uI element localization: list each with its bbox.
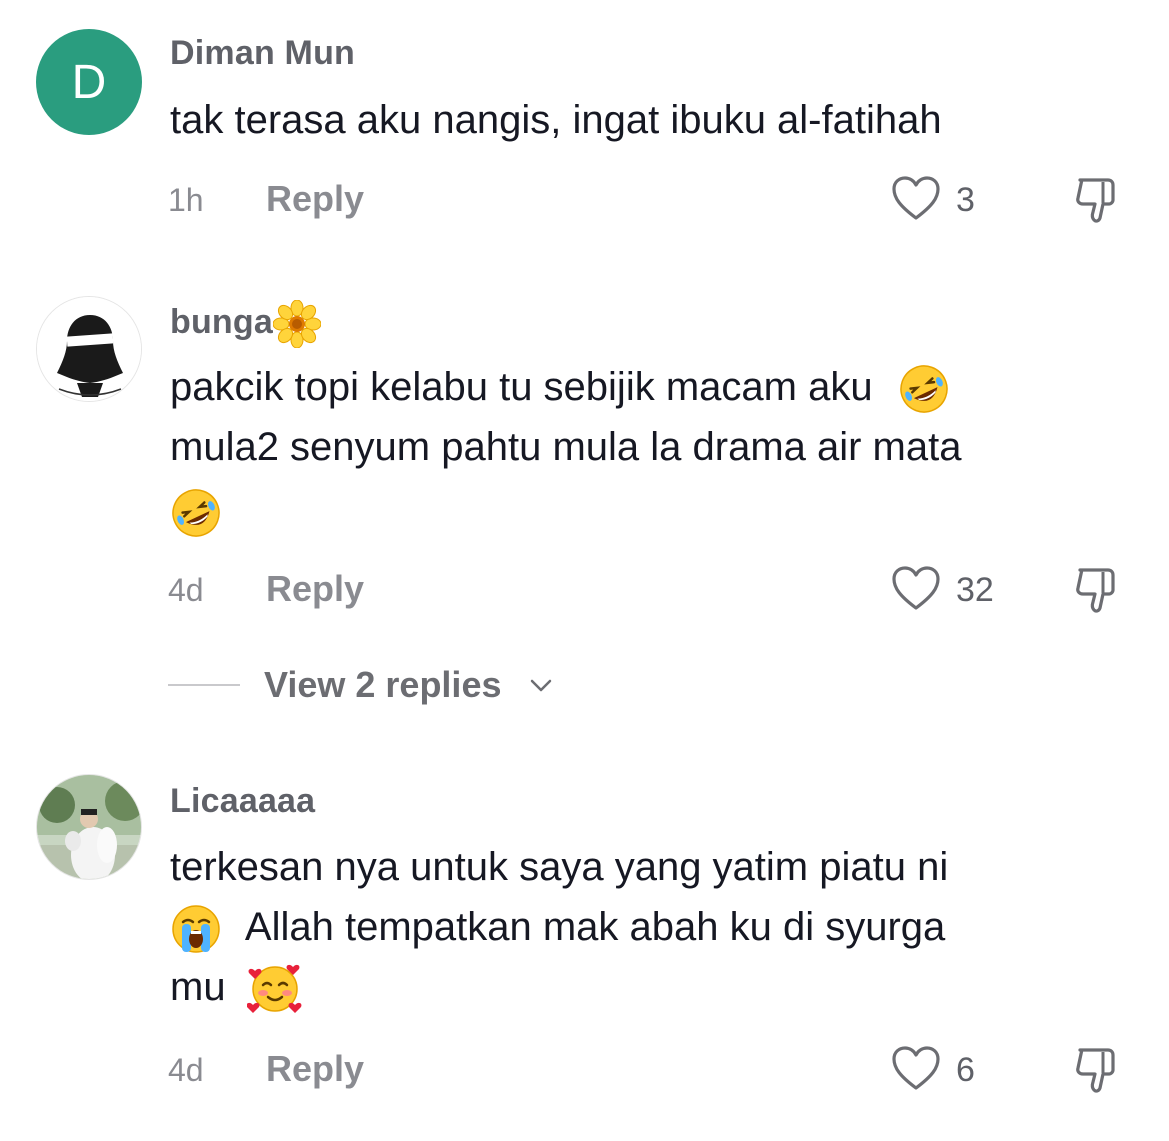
avatar[interactable]: [36, 774, 142, 880]
rolling-laughing-emoji: [172, 489, 220, 538]
comment-actions: 4d Reply 32: [0, 564, 1169, 614]
reply-button[interactable]: Reply: [266, 568, 364, 610]
comment-timestamp: 4d: [168, 1052, 204, 1088]
username-text: bunga: [170, 302, 273, 341]
comment-username[interactable]: Diman Mun: [170, 34, 355, 73]
comment-actions: 4d Reply 6: [0, 1044, 1169, 1094]
dislike-icon[interactable]: [1070, 1044, 1122, 1096]
avatar-image: [37, 297, 141, 401]
comment-line-row: mula2 senyum pahtu mula la drama air mat…: [170, 417, 1130, 477]
comment-line-row: Allah tempatkan mak abah ku di syurga: [170, 897, 1130, 957]
heart-icon[interactable]: [890, 564, 942, 612]
view-replies-label: View 2 replies: [264, 664, 502, 705]
comment-actions: 1h Reply 3: [0, 174, 1169, 224]
comment-timestamp: 1h: [168, 182, 204, 218]
avatar[interactable]: [36, 296, 142, 402]
like-count: 6: [956, 1051, 975, 1089]
sunflower-emoji: [272, 299, 322, 349]
rolling-laughing-emoji: [899, 365, 948, 414]
comment-line: Allah tempatkan mak abah ku di syurga: [244, 905, 946, 949]
comment-text: terkesan nya untuk saya yang yatim piatu…: [170, 837, 1130, 1017]
reply-button[interactable]: Reply: [266, 178, 364, 220]
comment-line: mula2 senyum pahtu mula la drama air mat…: [170, 425, 962, 469]
like-count: 3: [956, 181, 975, 219]
comment-timestamp: 4d: [168, 572, 204, 608]
view-replies-button[interactable]: View 2 replies: [0, 660, 1169, 710]
comment-username[interactable]: Licaaaaa: [170, 782, 315, 821]
comment-text: tak terasa aku nangis, ingat ibuku al-fa…: [170, 90, 1130, 150]
comment-line: terkesan nya untuk saya yang yatim piatu…: [170, 845, 949, 889]
heart-icon[interactable]: [890, 1044, 942, 1092]
loudly-crying-emoji: [172, 905, 220, 954]
comment-line-row: pakcik topi kelabu tu sebijik macam aku: [170, 357, 1130, 417]
comment-line: tak terasa aku nangis, ingat ibuku al-fa…: [170, 98, 942, 142]
comment-text: pakcik topi kelabu tu sebijik macam aku …: [170, 357, 1130, 541]
comment-line-row: terkesan nya untuk saya yang yatim piatu…: [170, 837, 1130, 897]
heart-icon[interactable]: [890, 174, 942, 222]
dislike-icon[interactable]: [1070, 174, 1122, 226]
chevron-down-icon: [530, 679, 552, 692]
comment-username[interactable]: bunga: [170, 299, 322, 349]
divider-line: [168, 684, 240, 686]
comment-line-row: mu: [170, 957, 1130, 1017]
smiling-hearts-emoji: [246, 965, 302, 1014]
dislike-icon[interactable]: [1070, 564, 1122, 616]
avatar[interactable]: D: [36, 29, 142, 135]
avatar-letter: D: [71, 55, 107, 109]
comment-line-row: [170, 477, 1130, 541]
comment-line: pakcik topi kelabu tu sebijik macam aku: [170, 365, 873, 409]
avatar-image: [37, 775, 141, 879]
comment-line: mu: [170, 965, 226, 1009]
like-count: 32: [956, 571, 994, 609]
reply-button[interactable]: Reply: [266, 1048, 364, 1090]
